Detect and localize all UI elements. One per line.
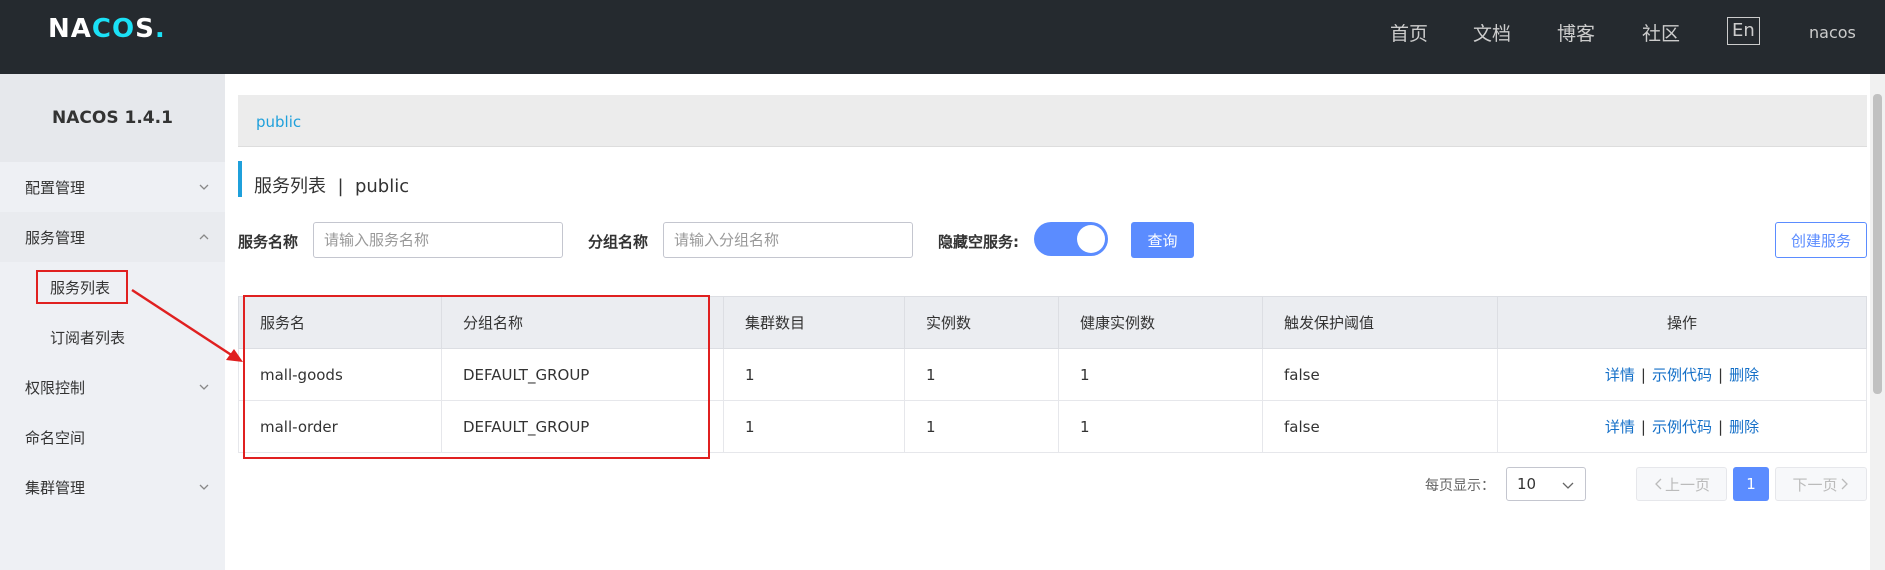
- annotation-arrow: [131, 288, 243, 362]
